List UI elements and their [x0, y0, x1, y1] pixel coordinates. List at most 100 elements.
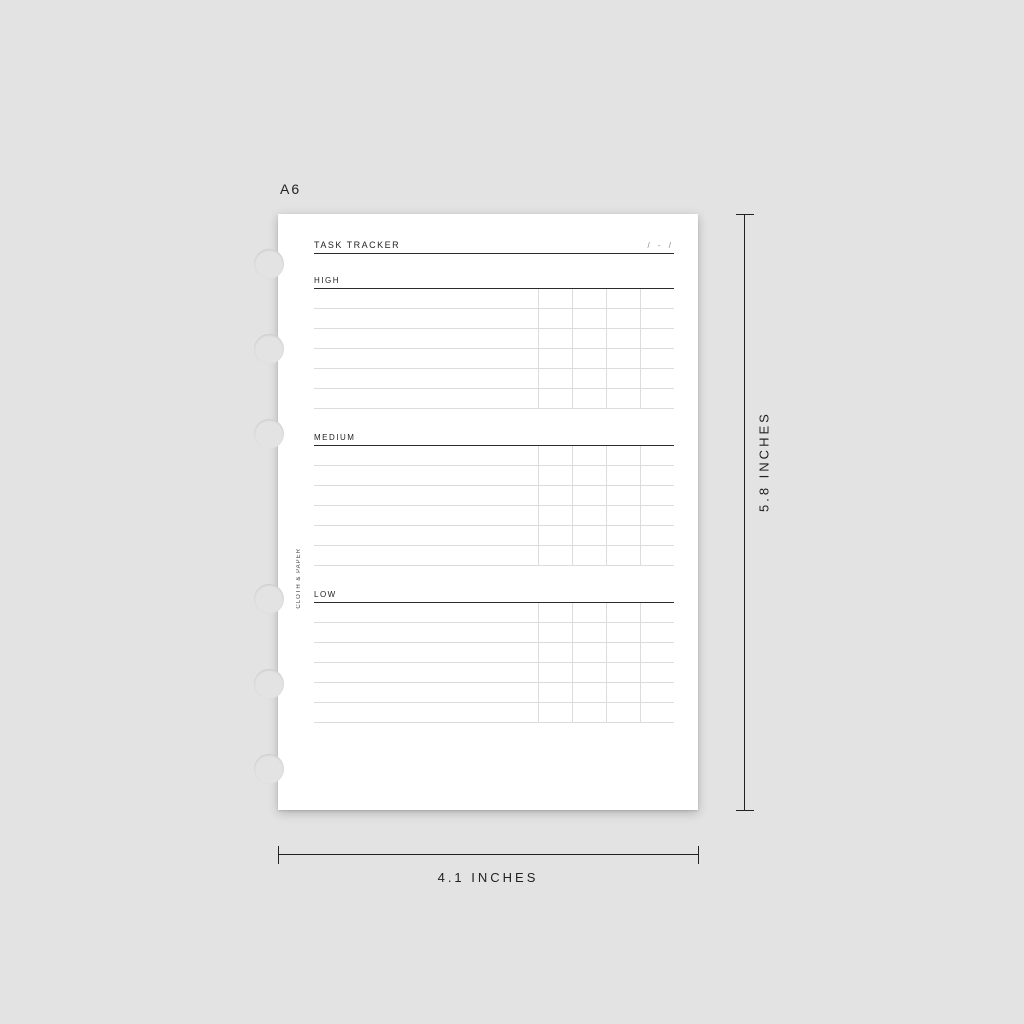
section-title: HIGH: [314, 276, 674, 285]
task-check-cell: [538, 623, 572, 642]
task-check-cell: [640, 466, 674, 485]
task-check-cell: [572, 623, 606, 642]
task-description-cell: [314, 446, 538, 465]
task-check-cell: [640, 663, 674, 682]
task-check-cell: [640, 623, 674, 642]
task-check-cell: [538, 309, 572, 328]
task-check-cell: [606, 603, 640, 622]
task-check-cell: [538, 643, 572, 662]
task-check-cell: [538, 486, 572, 505]
section-title: MEDIUM: [314, 433, 674, 442]
task-check-cell: [640, 506, 674, 525]
priority-section: HIGH: [314, 276, 674, 409]
task-check-cell: [606, 389, 640, 408]
task-description-cell: [314, 369, 538, 388]
task-check-cell: [572, 703, 606, 722]
task-check-cell: [538, 663, 572, 682]
task-check-cell: [572, 603, 606, 622]
task-check-cell: [640, 369, 674, 388]
task-row: [314, 623, 674, 643]
task-check-cell: [538, 369, 572, 388]
task-check-cell: [606, 623, 640, 642]
task-check-cell: [640, 329, 674, 348]
task-check-cell: [572, 486, 606, 505]
brand-mark: CLOTH & PAPER: [296, 548, 302, 609]
task-description-cell: [314, 309, 538, 328]
section-title: LOW: [314, 590, 674, 599]
task-check-cell: [640, 546, 674, 565]
task-check-cell: [538, 466, 572, 485]
task-check-cell: [572, 389, 606, 408]
task-row: [314, 643, 674, 663]
binder-hole: [254, 669, 284, 699]
task-check-cell: [640, 486, 674, 505]
task-check-cell: [572, 643, 606, 662]
task-check-cell: [640, 349, 674, 368]
task-row: [314, 309, 674, 329]
task-grid: [314, 288, 674, 409]
task-check-cell: [606, 329, 640, 348]
task-grid: [314, 602, 674, 723]
task-check-cell: [606, 643, 640, 662]
task-check-cell: [606, 526, 640, 545]
task-check-cell: [572, 506, 606, 525]
task-check-cell: [606, 486, 640, 505]
task-row: [314, 349, 674, 369]
task-check-cell: [538, 683, 572, 702]
task-row: [314, 683, 674, 703]
task-check-cell: [538, 389, 572, 408]
task-row: [314, 546, 674, 566]
task-check-cell: [606, 683, 640, 702]
binder-hole: [254, 249, 284, 279]
task-row: [314, 526, 674, 546]
task-check-cell: [572, 369, 606, 388]
task-check-cell: [606, 369, 640, 388]
task-description-cell: [314, 289, 538, 308]
binder-hole: [254, 419, 284, 449]
task-check-cell: [640, 603, 674, 622]
task-row: [314, 446, 674, 466]
task-check-cell: [640, 389, 674, 408]
width-dimension-line: [278, 854, 698, 855]
task-check-cell: [572, 546, 606, 565]
task-check-cell: [606, 703, 640, 722]
task-check-cell: [538, 506, 572, 525]
task-check-cell: [640, 289, 674, 308]
binder-holes: [254, 214, 284, 810]
task-check-cell: [572, 663, 606, 682]
task-description-cell: [314, 623, 538, 642]
width-dimension-label: 4.1 INCHES: [278, 870, 698, 885]
priority-section: MEDIUM: [314, 433, 674, 566]
task-check-cell: [640, 703, 674, 722]
task-row: [314, 389, 674, 409]
binder-hole: [254, 334, 284, 364]
width-dimension-cap-left: [278, 846, 279, 864]
task-check-cell: [606, 349, 640, 368]
product-mockup-stage: A6 CLOTH & PAPER TASK TRACKER / - / HIGH…: [0, 0, 1024, 1024]
task-check-cell: [640, 643, 674, 662]
task-check-cell: [572, 466, 606, 485]
task-description-cell: [314, 546, 538, 565]
header-row: TASK TRACKER / - /: [314, 240, 674, 254]
task-row: [314, 486, 674, 506]
task-description-cell: [314, 506, 538, 525]
task-row: [314, 369, 674, 389]
task-check-cell: [572, 349, 606, 368]
task-check-cell: [606, 506, 640, 525]
task-check-cell: [572, 683, 606, 702]
task-check-cell: [538, 526, 572, 545]
task-row: [314, 703, 674, 723]
task-check-cell: [640, 526, 674, 545]
task-check-cell: [538, 546, 572, 565]
task-description-cell: [314, 466, 538, 485]
paper-size-label: A6: [280, 181, 301, 197]
task-row: [314, 329, 674, 349]
date-field: / - /: [647, 241, 674, 250]
task-check-cell: [538, 289, 572, 308]
task-row: [314, 466, 674, 486]
task-row: [314, 663, 674, 683]
task-check-cell: [538, 329, 572, 348]
task-description-cell: [314, 389, 538, 408]
task-description-cell: [314, 663, 538, 682]
task-check-cell: [606, 466, 640, 485]
